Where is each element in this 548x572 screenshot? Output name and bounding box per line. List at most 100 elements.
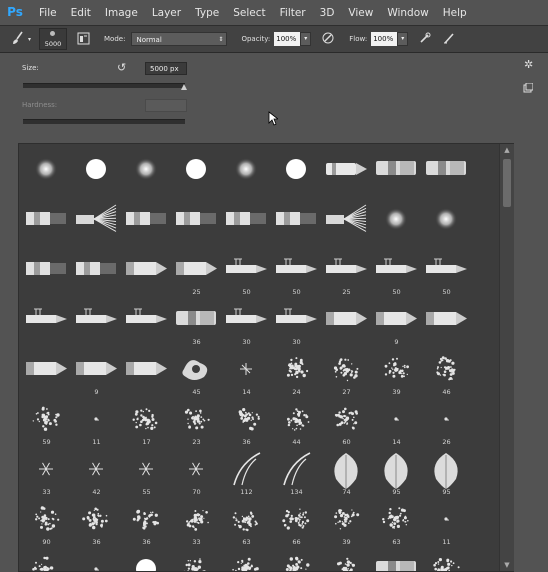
brush-preset-pen[interactable]: 30 — [222, 299, 271, 348]
brush-preset-chisel[interactable] — [372, 549, 421, 572]
brush-preset-bristle[interactable] — [222, 199, 271, 248]
menu-type[interactable]: Type — [195, 7, 219, 19]
menu-window[interactable]: Window — [387, 7, 428, 19]
menu-image[interactable]: Image — [105, 7, 138, 19]
brush-preset-dot[interactable]: 26 — [422, 399, 471, 448]
brush-preset-soft[interactable] — [372, 199, 421, 248]
brush-preset-bristle[interactable] — [22, 199, 71, 248]
brush-preset-soft[interactable] — [422, 199, 471, 248]
brush-preset-tip[interactable] — [322, 149, 371, 198]
brush-preset-splat[interactable] — [422, 549, 471, 572]
brush-preset-pen[interactable] — [122, 299, 171, 348]
brush-preset-fan[interactable] — [322, 199, 371, 248]
opacity-input[interactable]: 100% — [274, 32, 300, 46]
brush-preset-soft[interactable] — [22, 149, 71, 198]
brush-preset-star[interactable]: 33 — [22, 449, 71, 498]
menu-help[interactable]: Help — [443, 7, 467, 19]
brush-preset-soft[interactable] — [222, 149, 271, 198]
brush-preset-splat[interactable] — [322, 549, 371, 572]
brush-preset-splat[interactable]: 24 — [272, 349, 321, 398]
size-slider-thumb[interactable] — [181, 84, 187, 90]
flow-dropdown-icon[interactable]: ▾ — [397, 32, 408, 46]
brush-preset-dot[interactable]: 11 — [422, 499, 471, 548]
brush-preset-soft[interactable] — [122, 149, 171, 198]
menu-3d[interactable]: 3D — [320, 7, 335, 19]
menu-edit[interactable]: Edit — [71, 7, 91, 19]
new-preset-icon[interactable] — [523, 83, 533, 96]
brush-preset-dot[interactable] — [72, 549, 121, 572]
brush-preset-bristle[interactable] — [172, 199, 221, 248]
brush-preset-bristle[interactable] — [72, 249, 121, 298]
brush-preset-fan[interactable] — [72, 199, 121, 248]
brush-preset-splat[interactable] — [222, 549, 271, 572]
brush-size-preview[interactable]: 5000 — [39, 28, 67, 50]
menu-select[interactable]: Select — [233, 7, 265, 19]
size-slider[interactable] — [23, 83, 185, 88]
brush-preset-pen[interactable]: 50 — [222, 249, 271, 298]
brush-preset-dot[interactable]: 11 — [72, 399, 121, 448]
brush-preset-splat[interactable]: 36 — [222, 399, 271, 448]
brush-icon[interactable] — [10, 30, 26, 48]
brush-preset-pen[interactable]: 50 — [372, 249, 421, 298]
brush-preset-star[interactable]: 70 — [172, 449, 221, 498]
brush-preset-chisel[interactable] — [372, 149, 421, 198]
opacity-dropdown-icon[interactable]: ▾ — [300, 32, 311, 46]
brush-preset-pen[interactable]: 25 — [322, 249, 371, 298]
brush-preset-chisel[interactable] — [422, 149, 471, 198]
brush-preset-blob[interactable]: 45 — [172, 349, 221, 398]
brush-preset-splat[interactable] — [172, 549, 221, 572]
brush-preset-splat[interactable]: 63 — [222, 499, 271, 548]
brush-preset-splat[interactable]: 33 — [172, 499, 221, 548]
brush-preset-grass[interactable]: 112 — [222, 449, 271, 498]
brush-preset-splat[interactable]: 27 — [322, 349, 371, 398]
scroll-thumb[interactable] — [503, 159, 511, 207]
flow-input[interactable]: 100% — [371, 32, 397, 46]
brush-preset-splat[interactable]: 36 — [122, 499, 171, 548]
menu-view[interactable]: View — [348, 7, 373, 19]
brush-preset-splat[interactable] — [272, 549, 321, 572]
menu-filter[interactable]: Filter — [280, 7, 306, 19]
brush-preset-pen[interactable]: 30 — [272, 299, 321, 348]
brush-preset-hard[interactable] — [172, 149, 221, 198]
brush-preset-splat[interactable]: 46 — [422, 349, 471, 398]
brush-preset-pencil[interactable]: 9 — [72, 349, 121, 398]
pressure-size-icon[interactable] — [442, 31, 456, 47]
brush-preset-pencil[interactable]: 9 — [372, 299, 421, 348]
brush-preset-hard[interactable] — [122, 549, 171, 572]
brush-preset-splat[interactable]: 17 — [122, 399, 171, 448]
menu-file[interactable]: File — [39, 7, 57, 19]
gear-icon[interactable]: ✲ — [524, 58, 533, 71]
brush-preset-spark[interactable]: 14 — [222, 349, 271, 398]
brush-preset-pen[interactable]: 50 — [272, 249, 321, 298]
brush-preset-pencil[interactable]: 25 — [172, 249, 221, 298]
brush-preset-hard[interactable] — [72, 149, 121, 198]
brush-preset-splat[interactable]: 90 — [22, 499, 71, 548]
brush-preset-pencil[interactable] — [122, 349, 171, 398]
brush-preset-splat[interactable]: 60 — [322, 399, 371, 448]
brush-preset-star[interactable]: 42 — [72, 449, 121, 498]
chevron-down-icon[interactable]: ▾ — [28, 36, 31, 43]
reset-icon[interactable]: ↺ — [117, 61, 126, 74]
brush-preset-pen[interactable]: 50 — [422, 249, 471, 298]
brush-preset-chisel[interactable]: 36 — [172, 299, 221, 348]
brush-preset-splat[interactable]: 23 — [172, 399, 221, 448]
brush-preset-bristle[interactable] — [272, 199, 321, 248]
menu-layer[interactable]: Layer — [152, 7, 181, 19]
brush-preset-splat[interactable]: 59 — [22, 399, 71, 448]
mode-select[interactable]: Normal ⇕ — [131, 32, 227, 46]
brush-preset-bristle[interactable] — [122, 199, 171, 248]
brush-preset-bristle[interactable] — [22, 249, 71, 298]
pressure-icon[interactable] — [321, 31, 335, 47]
brush-preset-pencil[interactable] — [422, 299, 471, 348]
brush-panel-icon[interactable] — [77, 32, 90, 47]
scroll-up-icon[interactable]: ▲ — [500, 146, 514, 154]
brush-preset-hard[interactable] — [272, 149, 321, 198]
brush-preset-pencil[interactable] — [322, 299, 371, 348]
brush-preset-leaf[interactable]: 74 — [322, 449, 371, 498]
brush-preset-pencil[interactable] — [22, 349, 71, 398]
brush-preset-leaf[interactable]: 95 — [422, 449, 471, 498]
brush-preset-grass[interactable]: 134 — [272, 449, 321, 498]
brush-preset-splat[interactable] — [22, 549, 71, 572]
brush-preset-splat[interactable]: 63 — [372, 499, 421, 548]
brush-preset-splat[interactable]: 44 — [272, 399, 321, 448]
